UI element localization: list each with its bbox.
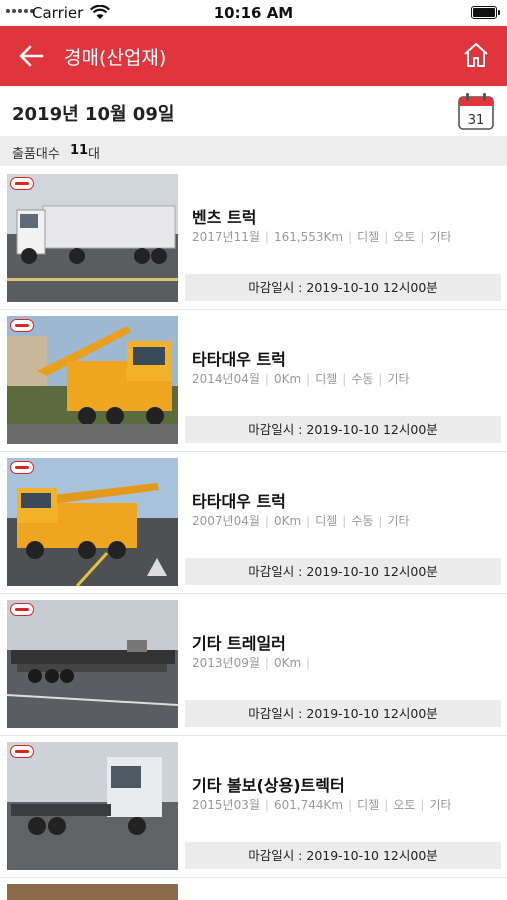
home-button[interactable]	[461, 40, 491, 70]
deadline-bar: 마감일시 : 2019-10-10 12시00분	[185, 700, 501, 727]
list-item[interactable]: 벤츠 트럭 2017년11월 | 161,553Km | 디젤 | 오토 | 기타 마감일시 :…	[0, 168, 507, 310]
count-label: 출품대수	[12, 147, 60, 162]
seller-logo	[10, 177, 34, 190]
item-title: 기타 트레일러	[192, 634, 286, 653]
vehicle-photo	[7, 742, 178, 870]
seller-logo	[10, 319, 34, 332]
seller-logo	[10, 461, 34, 474]
list-item[interactable]: 기타 볼보(상용)트렉터 2015년03월 | 601,744Km | 디젤 | 오토 | 기타…	[0, 736, 507, 878]
item-meta: 2014년04월 | 0Km | 디젤 | 수동 | 기타	[192, 372, 410, 386]
back-button[interactable]	[14, 40, 48, 72]
clock: 10:16 AM	[213, 4, 294, 22]
list-item[interactable]: 타타대우 트럭 2014년04월 | 0Km | 디젤 | 수동 | 기타 마감일시 : 201…	[0, 310, 507, 452]
deadline-bar: 마감일시 : 2019-10-10 12시00분	[185, 558, 501, 585]
item-meta: 2015년03월 | 601,744Km | 디젤 | 오토 | 기타	[192, 798, 452, 812]
calendar-day: 31	[468, 113, 485, 128]
item-title: 기타 볼보(상용)트렉터	[192, 776, 345, 795]
home-icon	[464, 43, 488, 67]
vehicle-photo	[7, 884, 178, 900]
auction-date: 2019년 10월 09일	[12, 104, 175, 125]
back-arrow-icon	[19, 45, 44, 67]
calendar-icon: 31	[458, 93, 494, 130]
vehicle-photo	[7, 458, 178, 586]
app-header: 경매(산업재)	[0, 26, 507, 86]
vehicle-photo	[7, 600, 178, 728]
list-item[interactable]: 기타 트레일러 2013년09월 | 0Km | 마감일시 : 2019-10-10 …	[0, 594, 507, 736]
status-bar: Carrier 10:16 AM	[0, 0, 507, 26]
item-title: 타타대우 트럭	[192, 350, 286, 369]
deadline-bar: 마감일시 : 2019-10-10 12시00분	[185, 274, 501, 301]
seller-logo	[10, 745, 34, 758]
count-value: 11	[70, 143, 89, 158]
auction-list: 벤츠 트럭 2017년11월 | 161,553Km | 디젤 | 오토 | 기타 마감일시 :…	[0, 168, 507, 900]
count-unit: 대	[88, 147, 100, 162]
vehicle-photo	[7, 174, 178, 302]
item-meta: 2007년04월 | 0Km | 디젤 | 수동 | 기타	[192, 514, 410, 528]
item-title: 벤츠 트럭	[192, 208, 257, 227]
item-title: 타타대우 트럭	[192, 492, 286, 511]
page-title: 경매(산업재)	[64, 47, 167, 69]
date-row: 2019년 10월 09일 31	[0, 86, 507, 136]
item-meta: 2013년09월 | 0Km |	[192, 656, 311, 670]
count-row: 출품대수 11 대	[0, 136, 507, 166]
list-item[interactable]: 타타대우 트럭 2007년04월 | 0Km | 디젤 | 수동 | 기타 마감일시 : 201…	[0, 452, 507, 594]
item-meta: 2017년11월 | 161,553Km | 디젤 | 오토 | 기타	[192, 230, 452, 244]
deadline-bar: 마감일시 : 2019-10-10 12시00분	[185, 842, 501, 869]
deadline-bar: 마감일시 : 2019-10-10 12시00분	[185, 416, 501, 443]
seller-logo	[10, 603, 34, 616]
calendar-button[interactable]: 31	[457, 91, 495, 131]
battery-icon	[471, 6, 500, 19]
vehicle-photo	[7, 316, 178, 444]
list-item[interactable]	[0, 878, 507, 900]
